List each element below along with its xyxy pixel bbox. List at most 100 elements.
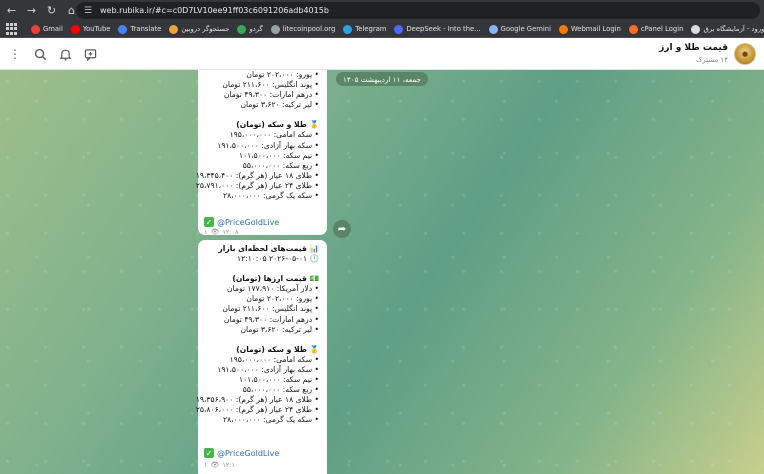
bookmarks-bar: Gmail YouTube Translate جستجوگر دروبین گردو l…: [0, 21, 764, 38]
notification-bell-icon[interactable]: [56, 45, 74, 63]
price-line: • ربع سکه: ۵۵،۰۰۰،۰۰۰: [242, 385, 319, 395]
bookmark-favicon-icon: [118, 24, 128, 34]
chat-area: جمعه، ۱۱ اردیبهشت ۱۴۰۵ • یورو: ۲۰۲،۰۰۰ ت…: [0, 70, 764, 474]
bookmark-favicon-icon: [169, 24, 179, 34]
bookmark-label[interactable]: Google Gemini: [501, 25, 551, 33]
browser-toolbar: ← → ↻ ⌂ ☰ web.rubika.ir/#c=c0D7LV10ee91f…: [0, 0, 764, 21]
price-line: • درهم امارات: ۴۹،۳۰۰ تومان: [223, 314, 319, 324]
forward-icon[interactable]: →: [23, 2, 40, 19]
price-line: • سکه بهار آزادی: ۱۹۱،۵۰۰،۰۰۰: [217, 364, 319, 374]
eye-icon: 👁: [210, 461, 220, 469]
price-line: • دلار آمریکا: ۱۷۷،۹۱۰ تومان: [226, 284, 319, 294]
view-count: ۱: [204, 461, 208, 469]
channel-link-text[interactable]: @PriceGoldLive: [217, 449, 279, 458]
bookmark-label[interactable]: Webmail Login: [571, 25, 621, 33]
bookmark-item[interactable]: Telegram: [339, 22, 390, 37]
bookmark-label[interactable]: cPanel Login: [641, 25, 684, 33]
price-line: • طلای ۱۸ عیار (هر گرم): ۱۹،۳۴۵،۴۰۰: [195, 170, 319, 180]
price-line: • ربع سکه: ۵۵،۰۰۰،۰۰۰: [242, 160, 319, 170]
message-bubble[interactable]: • یورو: ۲۰۲،۰۰۰ تومان • پوند انگلیس: ۲۱۱،…: [195, 70, 327, 236]
eye-icon: 👁: [210, 228, 220, 236]
fx-price-list: • دلار آمریکا: ۱۷۷،۹۱۰ تومان • یورو: ۲۰۲،…: [198, 284, 327, 334]
bookmark-favicon-icon: [691, 24, 701, 34]
search-icon[interactable]: [31, 45, 49, 63]
reload-icon[interactable]: ↻: [43, 2, 60, 19]
price-line: • سکه یک گرمی: ۲۸،۰۰۰،۰۰۰: [223, 415, 319, 425]
price-line: • لیر ترکیه: ۳،۶۲۰ تومان: [240, 100, 319, 110]
channel-link-text[interactable]: @PriceGoldLive: [217, 218, 279, 227]
message-bubble[interactable]: 📊 قیمت‌های لحظه‌ای بازار 🕛 ۲۰۲۶-۰۵-۰۱ ۱۲…: [195, 240, 327, 474]
bookmark-item[interactable]: گردو: [233, 22, 266, 37]
price-line: • سکه یک گرمی: ۲۸،۰۰۰،۰۰۰: [223, 191, 319, 201]
bookmark-label[interactable]: گردو: [249, 25, 262, 33]
gold-section-title: 🥇 طلا و سکه (تومان): [236, 344, 319, 354]
bookmark-label[interactable]: Translate: [130, 25, 161, 33]
address-bar[interactable]: ☰ web.rubika.ir/#c=c0D7LV10ee91ff03c6091…: [76, 2, 760, 19]
channel-avatar[interactable]: ●: [734, 43, 756, 65]
bookmark-list: Gmail YouTube Translate جستجوگر دروبین گردو l…: [27, 22, 764, 37]
price-line: • یورو: ۲۰۲،۰۰۰ تومان: [246, 70, 319, 79]
price-line: • سکه امامی: ۱۹۵،۰۰۰،۰۰۰: [229, 354, 319, 364]
bookmark-item[interactable]: Gmail: [27, 22, 67, 37]
price-line: • پوند انگلیس: ۲۱۱،۶۰۰ تومان: [222, 304, 319, 314]
url-text[interactable]: web.rubika.ir/#c=c0D7LV10ee91ff03c609120…: [100, 6, 329, 15]
bookmark-label[interactable]: جستجوگر دروبین: [181, 25, 229, 33]
price-line: • سکه بهار آزادی: ۱۹۱،۵۰۰،۰۰۰: [217, 140, 319, 150]
forward-icon[interactable]: ➦: [333, 220, 351, 238]
message-time: ۱۲:۱۰: [222, 461, 239, 469]
bookmark-favicon-icon: [628, 24, 638, 34]
site-info-icon[interactable]: ☰: [82, 5, 94, 17]
date-separator: جمعه، ۱۱ اردیبهشت ۱۴۰۵: [336, 72, 428, 86]
channel-link[interactable]: ✓ @PriceGoldLive: [204, 217, 279, 227]
gold-section-title: 🥇 طلا و سکه (تومان): [236, 120, 319, 130]
price-line: • درهم امارات: ۴۹،۳۰۰ تومان: [223, 90, 319, 100]
bookmark-favicon-icon: [31, 24, 40, 34]
price-line: • پوند انگلیس: ۲۱۱،۶۰۰ تومان: [222, 80, 319, 90]
price-line: • لیر ترکیه: ۳،۶۲۰ تومان: [240, 324, 319, 334]
bookmark-item[interactable]: ورود - آزمایشگاه برق...: [687, 22, 764, 37]
bookmark-item[interactable]: جستجوگر دروبین: [165, 22, 233, 37]
back-icon[interactable]: ←: [3, 2, 20, 19]
bookmark-favicon-icon: [488, 24, 498, 34]
bookmark-item[interactable]: Google Gemini: [485, 22, 555, 37]
message-body: • یورو: ۲۰۲،۰۰۰ تومان • پوند انگلیس: ۲۱۱،…: [198, 70, 327, 110]
bookmark-favicon-icon: [343, 24, 353, 34]
bookmark-label[interactable]: Gmail: [43, 25, 63, 33]
more-options-icon[interactable]: ⋮: [6, 45, 24, 63]
bookmark-item[interactable]: YouTube: [67, 22, 115, 37]
bookmark-item[interactable]: DeepSeek - Into the...: [390, 22, 484, 37]
channel-info-icon[interactable]: [81, 45, 99, 63]
gold-price-list: • سکه امامی: ۱۹۵،۰۰۰،۰۰۰ • سکه بهار آزادی…: [195, 130, 327, 201]
bookmark-item[interactable]: cPanel Login: [625, 22, 688, 37]
price-line: • طلای ۱۸ عیار (هر گرم): ۱۹،۳۵۶،۹۰۰: [195, 395, 319, 405]
bookmark-favicon-icon: [70, 24, 80, 34]
message-time: ۱۲:۰۸: [222, 228, 239, 236]
bookmark-item[interactable]: Webmail Login: [555, 22, 625, 37]
bookmark-favicon-icon: [394, 24, 404, 34]
price-line: • نیم سکه: ۱۰۱،۵۰۰،۰۰۰: [239, 150, 319, 160]
price-line: • طلای ۲۴ عیار (هر گرم): ۲۵،۸۰۶،۰۰۰: [195, 405, 319, 415]
bookmark-favicon-icon: [558, 24, 568, 34]
channel-header: ⋮ ● قیمت طلا و ارز ۱۴ مشترک: [0, 38, 764, 70]
gold-price-list: • سکه امامی: ۱۹۵،۰۰۰،۰۰۰ • سکه بهار آزادی…: [195, 354, 327, 426]
message-meta: ۱ 👁 ۱۲:۰۸: [204, 228, 239, 236]
bookmark-label[interactable]: DeepSeek - Into the...: [406, 25, 480, 33]
bookmark-label[interactable]: Telegram: [355, 25, 386, 33]
bookmark-label[interactable]: ورود - آزمایشگاه برق...: [703, 25, 764, 33]
apps-grid-icon[interactable]: [6, 23, 17, 35]
channel-link[interactable]: ✓ @PriceGoldLive: [204, 448, 279, 458]
bookmark-item[interactable]: Translate: [114, 22, 165, 37]
price-line: • طلای ۲۴ عیار (هر گرم): ۲۵،۷۹۱،۰۰۰: [195, 180, 319, 190]
price-line: • یورو: ۲۰۲،۰۰۰ تومان: [246, 294, 319, 304]
message-header-title: 📊 قیمت‌های لحظه‌ای بازار: [218, 244, 319, 253]
channel-title[interactable]: قیمت طلا و ارز: [659, 43, 728, 53]
chat-background-pattern: [0, 70, 764, 474]
check-icon: ✓: [204, 217, 214, 227]
bookmark-item[interactable]: litecoinpool.org: [267, 22, 340, 37]
bookmark-favicon-icon: [270, 24, 280, 34]
bookmark-label[interactable]: YouTube: [83, 25, 111, 33]
bookmark-label[interactable]: litecoinpool.org: [283, 25, 336, 33]
message-meta: ۱ 👁 ۱۲:۱۰: [204, 461, 239, 469]
header-actions: ⋮: [6, 45, 106, 63]
view-count: ۱: [204, 228, 208, 236]
